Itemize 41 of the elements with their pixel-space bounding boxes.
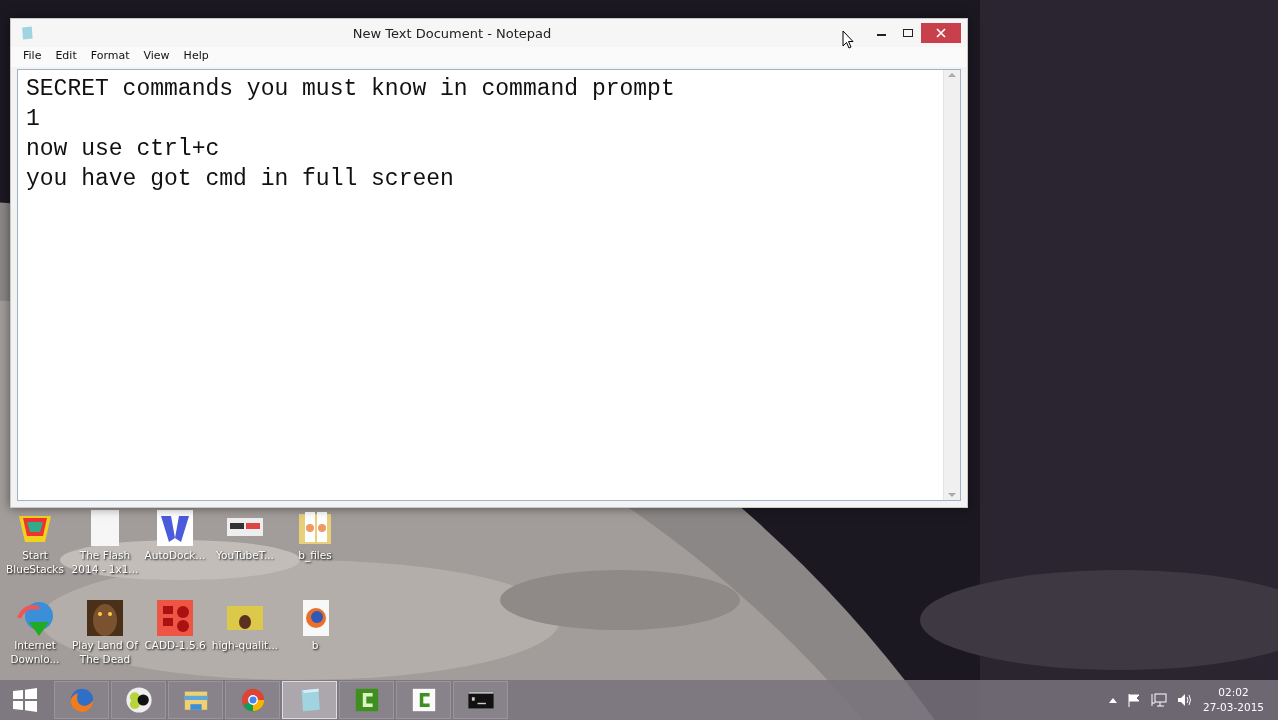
menu-item[interactable]: Format xyxy=(84,47,136,67)
date-text: 27-03-2015 xyxy=(1202,700,1264,715)
desktop-icon[interactable]: b xyxy=(280,598,350,666)
close-icon xyxy=(936,28,946,38)
windows-logo-icon[interactable] xyxy=(12,687,38,713)
desktop-icon[interactable]: Play Land Of The Dead xyxy=(70,598,140,666)
scroll-down-icon[interactable] xyxy=(948,492,956,498)
network-icon[interactable] xyxy=(1150,693,1167,707)
menu-item[interactable]: Help xyxy=(177,47,215,67)
flag-icon[interactable] xyxy=(1126,693,1141,707)
maximize-icon xyxy=(903,28,913,38)
app-icon xyxy=(155,598,195,638)
desktop-icon[interactable]: YouTubeT... xyxy=(210,508,280,576)
taskbar-button[interactable] xyxy=(453,681,508,719)
text-line: 1 xyxy=(26,105,41,134)
desktop-icon[interactable]: b_files xyxy=(280,508,350,576)
desktop-icon[interactable]: AutoDock... xyxy=(140,508,210,576)
text-area[interactable]: SECRET commands you must know in command prompt 1 now use ctrl+c you have got cmd in full screen xyxy=(17,69,961,501)
time-text: 02:02 xyxy=(1218,685,1249,700)
clock[interactable]: 02:02 27-03-2015 xyxy=(1202,685,1264,715)
caret-up-icon[interactable] xyxy=(1108,697,1117,703)
menu-item[interactable]: Edit xyxy=(49,47,83,67)
game-icon xyxy=(85,598,125,638)
balls-icon xyxy=(124,686,153,714)
app-icon xyxy=(155,508,195,548)
desktop-icon[interactable]: high-qualit... xyxy=(210,598,280,666)
taskbar-button[interactable] xyxy=(111,681,166,719)
text-line: SECRET commands you must know in command prompt xyxy=(26,75,676,104)
menu-item[interactable]: File xyxy=(17,47,48,67)
desktop-icon[interactable]: CADD-1.5.6 xyxy=(140,598,210,666)
menu-item[interactable]: View xyxy=(137,47,176,67)
text-line: now use ctrl+c xyxy=(26,135,221,164)
text-line: you have got cmd in full screen xyxy=(26,165,455,194)
scroll-up-icon[interactable] xyxy=(948,72,956,78)
window-title: New Text Document - Notepad xyxy=(352,25,552,41)
desktop-icon[interactable]: Start BlueStacks xyxy=(0,508,70,576)
desktop-icon[interactable]: Internet Downlo... xyxy=(0,598,70,666)
desktop-icon[interactable]: The Flash 2014 - 1x1... xyxy=(70,508,140,576)
notepad-icon xyxy=(19,25,35,41)
volume-icon[interactable] xyxy=(1176,693,1193,707)
scroll-bar[interactable] xyxy=(943,70,960,500)
